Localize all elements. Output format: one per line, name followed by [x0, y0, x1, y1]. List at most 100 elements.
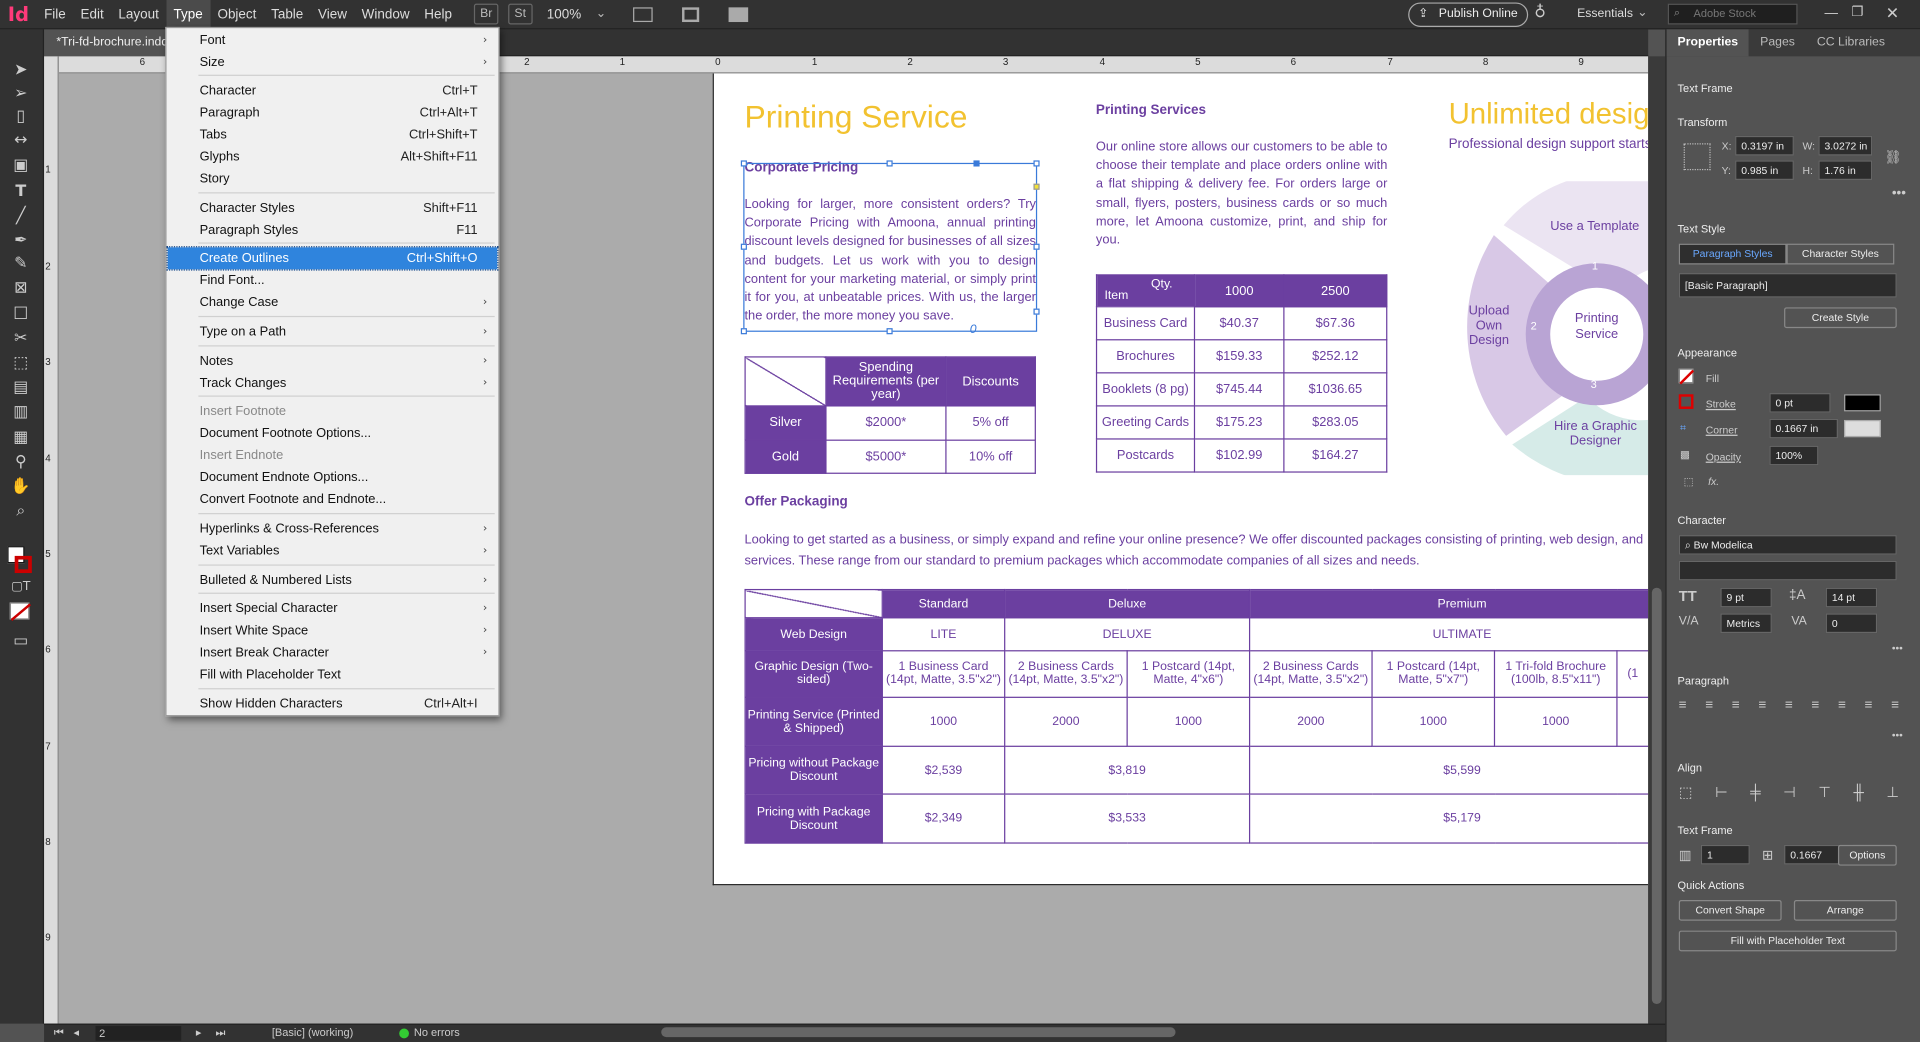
text-frame-options-button[interactable]: Options — [1837, 844, 1897, 866]
screen-mode-icon[interactable] — [632, 6, 653, 22]
workspace-caret-icon[interactable]: ⌄ — [1637, 6, 1647, 19]
stroke-type-swatch[interactable] — [1844, 394, 1881, 412]
menu-item-character-styles[interactable]: Character Styles Shift+F11 — [168, 197, 497, 219]
align-center-icon[interactable]: ≡ — [1705, 698, 1713, 713]
lightbulb-icon[interactable]: ♁ — [1534, 4, 1546, 22]
screen-mode-tool-icon[interactable]: ▭ — [10, 632, 32, 652]
frame-handle[interactable] — [886, 160, 893, 167]
align-top-edges-icon[interactable]: ⊤ — [1818, 784, 1831, 801]
justify-center-icon[interactable]: ≡ — [1785, 698, 1793, 713]
rectangle-tool-icon[interactable]: □ — [10, 304, 32, 324]
style-dropdown[interactable]: [Basic Paragraph] — [1678, 273, 1897, 298]
menu-item-glyphs[interactable]: Glyphs Alt+Shift+F11 — [168, 146, 497, 168]
printing-services-heading[interactable]: Printing Services — [1096, 103, 1206, 118]
stroke-weight-field[interactable]: 0 pt — [1769, 393, 1831, 413]
offer-packaging-heading[interactable]: Offer Packaging — [744, 495, 847, 510]
stroke-swatch-icon[interactable] — [14, 555, 32, 574]
stroke-swatch[interactable] — [1678, 394, 1694, 409]
previous-page-icon[interactable]: ◂ — [73, 1026, 79, 1039]
frame-handle[interactable] — [740, 328, 747, 335]
align-away-spine-icon[interactable]: ≡ — [1891, 698, 1899, 713]
effects-icon[interactable]: fx. — [1708, 475, 1719, 487]
workspace-switcher[interactable]: Essentials — [1577, 7, 1633, 20]
font-style-field[interactable] — [1678, 560, 1897, 581]
preflight-errors[interactable]: No errors — [414, 1026, 460, 1038]
frame-handle[interactable] — [1033, 308, 1040, 315]
frame-corner-handle[interactable] — [1033, 183, 1040, 190]
page-number-field[interactable]: 2 — [95, 1026, 182, 1041]
width-field[interactable]: 3.0272 in — [1818, 135, 1873, 156]
more-options-icon[interactable]: ••• — [1892, 186, 1906, 201]
scissors-tool-icon[interactable]: ✂ — [10, 329, 32, 349]
kerning-field[interactable]: Metrics — [1720, 613, 1772, 634]
menu-window[interactable]: Window — [354, 0, 417, 29]
stock-button[interactable]: St — [508, 3, 533, 25]
justify-left-icon[interactable]: ≡ — [1758, 698, 1766, 713]
last-page-icon[interactable]: ⏭ — [216, 1026, 226, 1039]
constrain-link-icon[interactable]: ⛓ — [1884, 149, 1901, 166]
tab-pages[interactable]: Pages — [1749, 29, 1806, 56]
note-tool-icon[interactable]: ▦ — [10, 429, 32, 449]
formatting-affects-icon[interactable]: ▢T — [10, 578, 32, 598]
menu-file[interactable]: File — [37, 0, 73, 29]
menu-item-insert-white-space[interactable]: Insert White Space › — [168, 620, 497, 642]
frame-handle[interactable] — [740, 160, 747, 167]
type-tool-icon[interactable]: T — [10, 182, 32, 202]
reference-point-icon[interactable] — [1683, 143, 1711, 171]
document-page[interactable]: Printing Service Corporate Pricing Looki… — [712, 73, 1649, 886]
menu-item-show-hidden-characters[interactable]: Show Hidden Characters Ctrl+Alt+I — [168, 693, 497, 715]
offer-packaging-body[interactable]: Looking to get started as a business, or… — [744, 530, 1648, 570]
arrange-documents-icon[interactable] — [728, 6, 748, 22]
gradient-feather-tool-icon[interactable]: ▥ — [10, 403, 32, 423]
view-options-icon[interactable] — [681, 6, 699, 22]
menu-item-tabs[interactable]: Tabs Ctrl+Shift+T — [168, 124, 497, 146]
menu-item-document-endnote-options[interactable]: Document Endnote Options... — [168, 467, 497, 489]
menu-type[interactable]: Type — [166, 0, 211, 29]
align-towards-spine-icon[interactable]: ≡ — [1865, 698, 1873, 713]
zoom-caret-icon[interactable]: ⌄ — [596, 7, 620, 20]
apply-none-icon[interactable] — [9, 602, 31, 622]
frame-handle[interactable] — [886, 328, 893, 335]
horizontal-scroll-thumb[interactable] — [661, 1027, 1176, 1038]
menu-item-insert-break-character[interactable]: Insert Break Character › — [168, 642, 497, 664]
menu-item-change-case[interactable]: Change Case › — [168, 291, 497, 313]
menu-item-paragraph-styles[interactable]: Paragraph Styles F11 — [168, 219, 497, 241]
menu-item-bulleted-numbered-lists[interactable]: Bulleted & Numbered Lists › — [168, 569, 497, 591]
gradient-tool-icon[interactable]: ▤ — [10, 378, 32, 398]
opacity-label[interactable]: Opacity — [1706, 451, 1741, 463]
fill-none-icon[interactable] — [1678, 368, 1695, 385]
printing-service-title[interactable]: Printing Service — [744, 98, 967, 136]
eyedropper-tool-icon[interactable]: ⚲ — [10, 453, 32, 473]
preflight-status-icon[interactable] — [399, 1028, 409, 1039]
more-options-icon[interactable]: ••• — [1892, 642, 1903, 654]
unlimited-design-subtitle[interactable]: Professional design support starts — [1449, 137, 1649, 152]
direct-selection-tool-icon[interactable]: ➢ — [10, 84, 32, 104]
gap-tool-icon[interactable]: ↔ — [10, 131, 32, 151]
corner-icon[interactable]: ⌗ — [1680, 421, 1686, 434]
frame-handle[interactable] — [740, 243, 747, 250]
opacity-field[interactable]: 100% — [1769, 445, 1819, 466]
drop-shadow-icon[interactable]: ⬚ — [1684, 475, 1694, 488]
menu-layout[interactable]: Layout — [111, 0, 166, 29]
y-field[interactable]: 0.985 in — [1735, 160, 1794, 180]
style-status[interactable]: [Basic] (working) — [272, 1026, 353, 1038]
align-to-selection-icon[interactable]: ⬚ — [1679, 784, 1693, 801]
menu-item-create-outlines[interactable]: Create Outlines Ctrl+Shift+O — [166, 246, 499, 271]
rectangle-frame-tool-icon[interactable]: ⊠ — [10, 279, 32, 299]
first-page-icon[interactable]: ⏮ — [54, 1026, 64, 1039]
menu-item-insert-special-character[interactable]: Insert Special Character › — [168, 598, 497, 620]
tab-cc-libraries[interactable]: CC Libraries — [1806, 29, 1896, 56]
menu-view[interactable]: View — [311, 0, 355, 29]
menu-item-find-font[interactable]: Find Font... — [168, 269, 497, 291]
align-horizontal-centers-icon[interactable]: ╪ — [1750, 784, 1760, 801]
zoom-level[interactable]: 100% — [547, 7, 596, 22]
character-styles-toggle[interactable]: Character Styles — [1786, 243, 1895, 265]
line-tool-icon[interactable]: ╱ — [10, 207, 32, 227]
leading-field[interactable]: 14 pt — [1825, 587, 1878, 608]
tracking-field[interactable]: 0 — [1825, 613, 1878, 634]
document-tab[interactable]: *Tri-fd-brochure.indd — [44, 29, 181, 57]
menu-item-text-variables[interactable]: Text Variables › — [168, 540, 497, 562]
align-left-icon[interactable]: ≡ — [1679, 698, 1687, 713]
align-right-icon[interactable]: ≡ — [1732, 698, 1740, 713]
menu-item-size[interactable]: Size › — [168, 51, 497, 73]
